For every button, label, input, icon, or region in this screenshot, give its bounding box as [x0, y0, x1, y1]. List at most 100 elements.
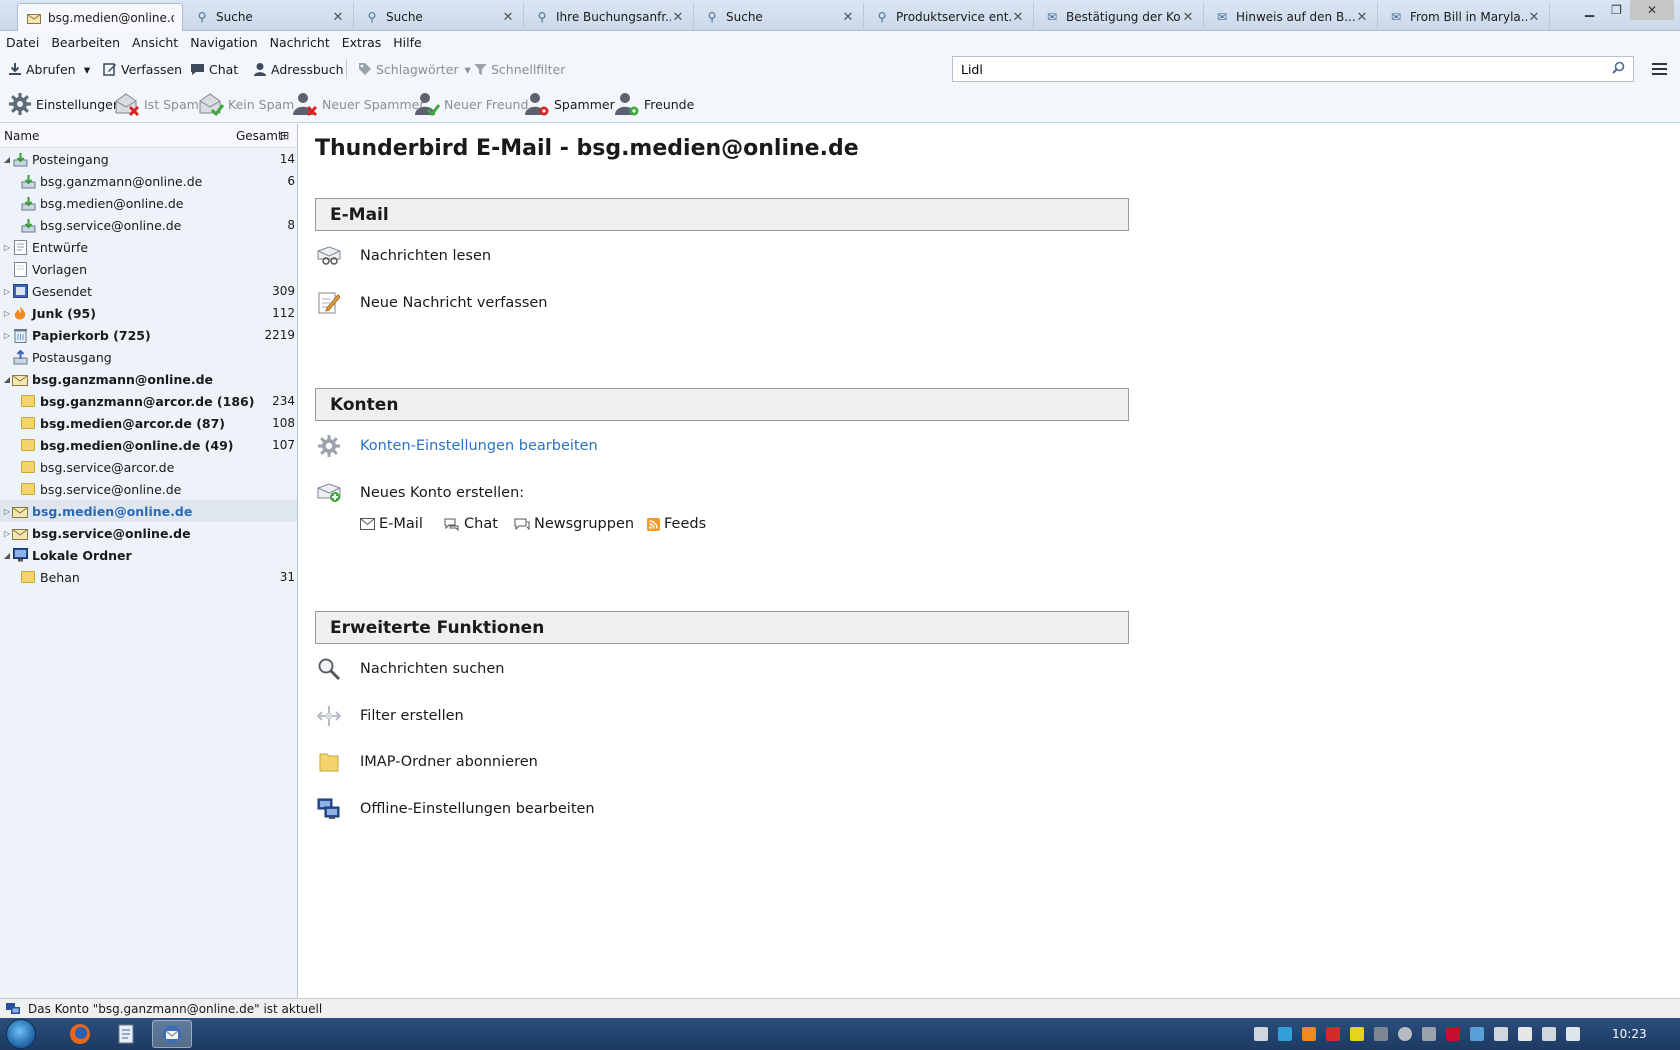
tray-flag-icon[interactable]: [1518, 1027, 1532, 1041]
start-button[interactable]: [6, 1019, 36, 1049]
expand-icon[interactable]: ▷: [2, 309, 12, 318]
tab-from-bill[interactable]: ✉ From Bill in Maryla... ✕: [1380, 3, 1550, 31]
menu-ansicht[interactable]: Ansicht: [126, 35, 184, 50]
menu-hilfe[interactable]: Hilfe: [387, 35, 427, 50]
folder-entwuerfe[interactable]: ▷ Entwürfe: [0, 236, 297, 258]
firefox-taskbar-icon[interactable]: [60, 1020, 100, 1048]
maximize-button[interactable]: ❐: [1603, 0, 1630, 20]
folder-ganzmann-arcor[interactable]: bsg.ganzmann@arcor.de (186) 234: [0, 390, 297, 412]
search-box[interactable]: [952, 56, 1634, 82]
folder-inbox-ganzmann[interactable]: bsg.ganzmann@online.de 6: [0, 170, 297, 192]
menu-extras[interactable]: Extras: [336, 35, 388, 50]
tray-update-icon[interactable]: [1470, 1027, 1484, 1041]
account-lokale-ordner[interactable]: ◢ Lokale Ordner: [0, 544, 297, 566]
folder-inbox-medien[interactable]: bsg.medien@online.de: [0, 192, 297, 214]
minimize-button[interactable]: ▁: [1576, 0, 1603, 20]
menu-navigation[interactable]: Navigation: [184, 35, 263, 50]
new-email-account-link[interactable]: E-Mail: [360, 516, 423, 532]
window-close-button[interactable]: ✕: [1630, 0, 1674, 20]
subscribe-imap-action[interactable]: IMAP-Ordner abonnieren: [315, 748, 538, 776]
adressbuch-button[interactable]: Adressbuch: [253, 57, 344, 81]
folder-medien-arcor[interactable]: bsg.medien@arcor.de (87) 108: [0, 412, 297, 434]
account-medien[interactable]: ▷ bsg.medien@online.de: [0, 500, 297, 522]
tray-app-orange-icon[interactable]: [1302, 1027, 1316, 1041]
close-icon[interactable]: ✕: [1355, 10, 1369, 25]
collapse-icon[interactable]: ◢: [2, 551, 12, 560]
tab-hinweis[interactable]: ✉ Hinweis auf den B... ✕: [1206, 3, 1378, 31]
tab-produktservice[interactable]: ⚲ Produktservice ent... ✕: [866, 3, 1034, 31]
tab-bestaetigung[interactable]: ✉ Bestätigung der Ko... ✕: [1036, 3, 1204, 31]
compose-message-action[interactable]: Neue Nachricht verfassen: [315, 289, 548, 317]
schlagwoerter-button[interactable]: Schlagwörter ▾: [358, 57, 471, 81]
column-header-name[interactable]: Name: [4, 129, 39, 143]
account-ganzmann[interactable]: ◢ bsg.ganzmann@online.de: [0, 368, 297, 390]
tray-eject-icon[interactable]: [1494, 1027, 1508, 1041]
new-chat-account-link[interactable]: Chat: [444, 516, 498, 532]
tray-disc-icon[interactable]: [1398, 1027, 1412, 1041]
account-settings-action[interactable]: Konten-Einstellungen bearbeiten: [315, 432, 598, 460]
app-menu-button[interactable]: [1648, 58, 1670, 80]
close-icon[interactable]: ✕: [1011, 10, 1025, 25]
tray-network-icon[interactable]: [1278, 1027, 1292, 1041]
folder-gesendet[interactable]: ▷ Gesendet 309: [0, 280, 297, 302]
collapse-icon[interactable]: ◢: [2, 155, 12, 164]
create-filter-action[interactable]: Filter erstellen: [315, 702, 464, 730]
abrufen-dropdown[interactable]: ▾: [80, 57, 94, 81]
close-icon[interactable]: ✕: [1181, 10, 1195, 25]
expand-icon[interactable]: ▷: [2, 331, 12, 340]
neuer-spammer-button[interactable]: Neuer Spammer: [292, 92, 424, 117]
tab-suche-3[interactable]: ⚲ Suche ✕: [696, 3, 864, 31]
offline-status-icon[interactable]: [4, 1002, 22, 1016]
tray-volume-icon[interactable]: [1566, 1027, 1580, 1041]
menu-nachricht[interactable]: Nachricht: [264, 35, 336, 50]
spammer-button[interactable]: Spammer: [524, 92, 615, 116]
search-input[interactable]: [961, 61, 1612, 77]
expand-icon[interactable]: ▷: [2, 507, 12, 516]
thunderbird-taskbar-icon[interactable]: [152, 1020, 192, 1048]
expand-icon[interactable]: ▷: [2, 529, 12, 538]
tray-pen-icon[interactable]: [1254, 1027, 1268, 1041]
offline-settings-action[interactable]: Offline-Einstellungen bearbeiten: [315, 795, 595, 823]
close-icon[interactable]: ✕: [671, 10, 685, 25]
tray-app-red-icon[interactable]: [1326, 1027, 1340, 1041]
folder-junk[interactable]: ▷ Junk (95) 112: [0, 302, 297, 324]
new-feed-account-link[interactable]: Feeds: [647, 516, 706, 532]
chat-button[interactable]: Chat: [190, 57, 238, 81]
expand-icon[interactable]: ▷: [2, 287, 12, 296]
tab-suche-1[interactable]: ⚲ Suche ✕: [186, 3, 354, 31]
tab-buchungsanfrage[interactable]: ⚲ Ihre Buchungsanfr... ✕: [526, 3, 694, 31]
taskbar-clock[interactable]: 10:23: [1612, 1027, 1647, 1041]
account-service[interactable]: ▷ bsg.service@online.de: [0, 522, 297, 544]
kein-spam-button[interactable]: Kein Spam: [198, 92, 294, 117]
folder-vorlagen[interactable]: Vorlagen: [0, 258, 297, 280]
folder-service-online[interactable]: bsg.service@online.de: [0, 478, 297, 500]
new-newsgroup-account-link[interactable]: Newsgruppen: [514, 516, 634, 532]
close-icon[interactable]: ✕: [501, 10, 515, 25]
tab-suche-2[interactable]: ⚲ Suche ✕: [356, 3, 524, 31]
folder-papierkorb[interactable]: ▷ Papierkorb (725) 2219: [0, 324, 297, 346]
tray-app-gray-icon[interactable]: [1374, 1027, 1388, 1041]
search-icon[interactable]: [1612, 61, 1625, 77]
column-picker-icon[interactable]: ⊞: [280, 129, 289, 142]
neuer-freund-button[interactable]: Neuer Freund: [414, 92, 528, 117]
expand-icon[interactable]: ▷: [2, 243, 12, 252]
einstellungen-button[interactable]: Einstellungen: [8, 92, 121, 116]
close-icon[interactable]: ✕: [331, 10, 345, 25]
folder-service-arcor[interactable]: bsg.service@arcor.de: [0, 456, 297, 478]
tab-bsg-medien[interactable]: bsg.medien@online.de: [17, 3, 183, 31]
read-messages-action[interactable]: Nachrichten lesen: [315, 242, 491, 270]
tray-network-status-icon[interactable]: [1542, 1027, 1556, 1041]
folder-behan[interactable]: Behan 31: [0, 566, 297, 588]
folder-medien-online[interactable]: bsg.medien@online.de (49) 107: [0, 434, 297, 456]
document-taskbar-icon[interactable]: [106, 1020, 146, 1048]
folder-inbox-service[interactable]: bsg.service@online.de 8: [0, 214, 297, 236]
close-icon[interactable]: ✕: [841, 10, 855, 25]
menu-datei[interactable]: Datei: [0, 35, 45, 50]
freunde-button[interactable]: Freunde: [614, 92, 694, 116]
folder-postausgang[interactable]: Postausgang: [0, 346, 297, 368]
schnellfilter-button[interactable]: Schnellfilter: [474, 57, 565, 81]
tray-ati-icon[interactable]: [1446, 1027, 1460, 1041]
verfassen-button[interactable]: Verfassen: [103, 57, 182, 81]
collapse-icon[interactable]: ◢: [2, 375, 12, 384]
tray-device-icon[interactable]: [1422, 1027, 1436, 1041]
